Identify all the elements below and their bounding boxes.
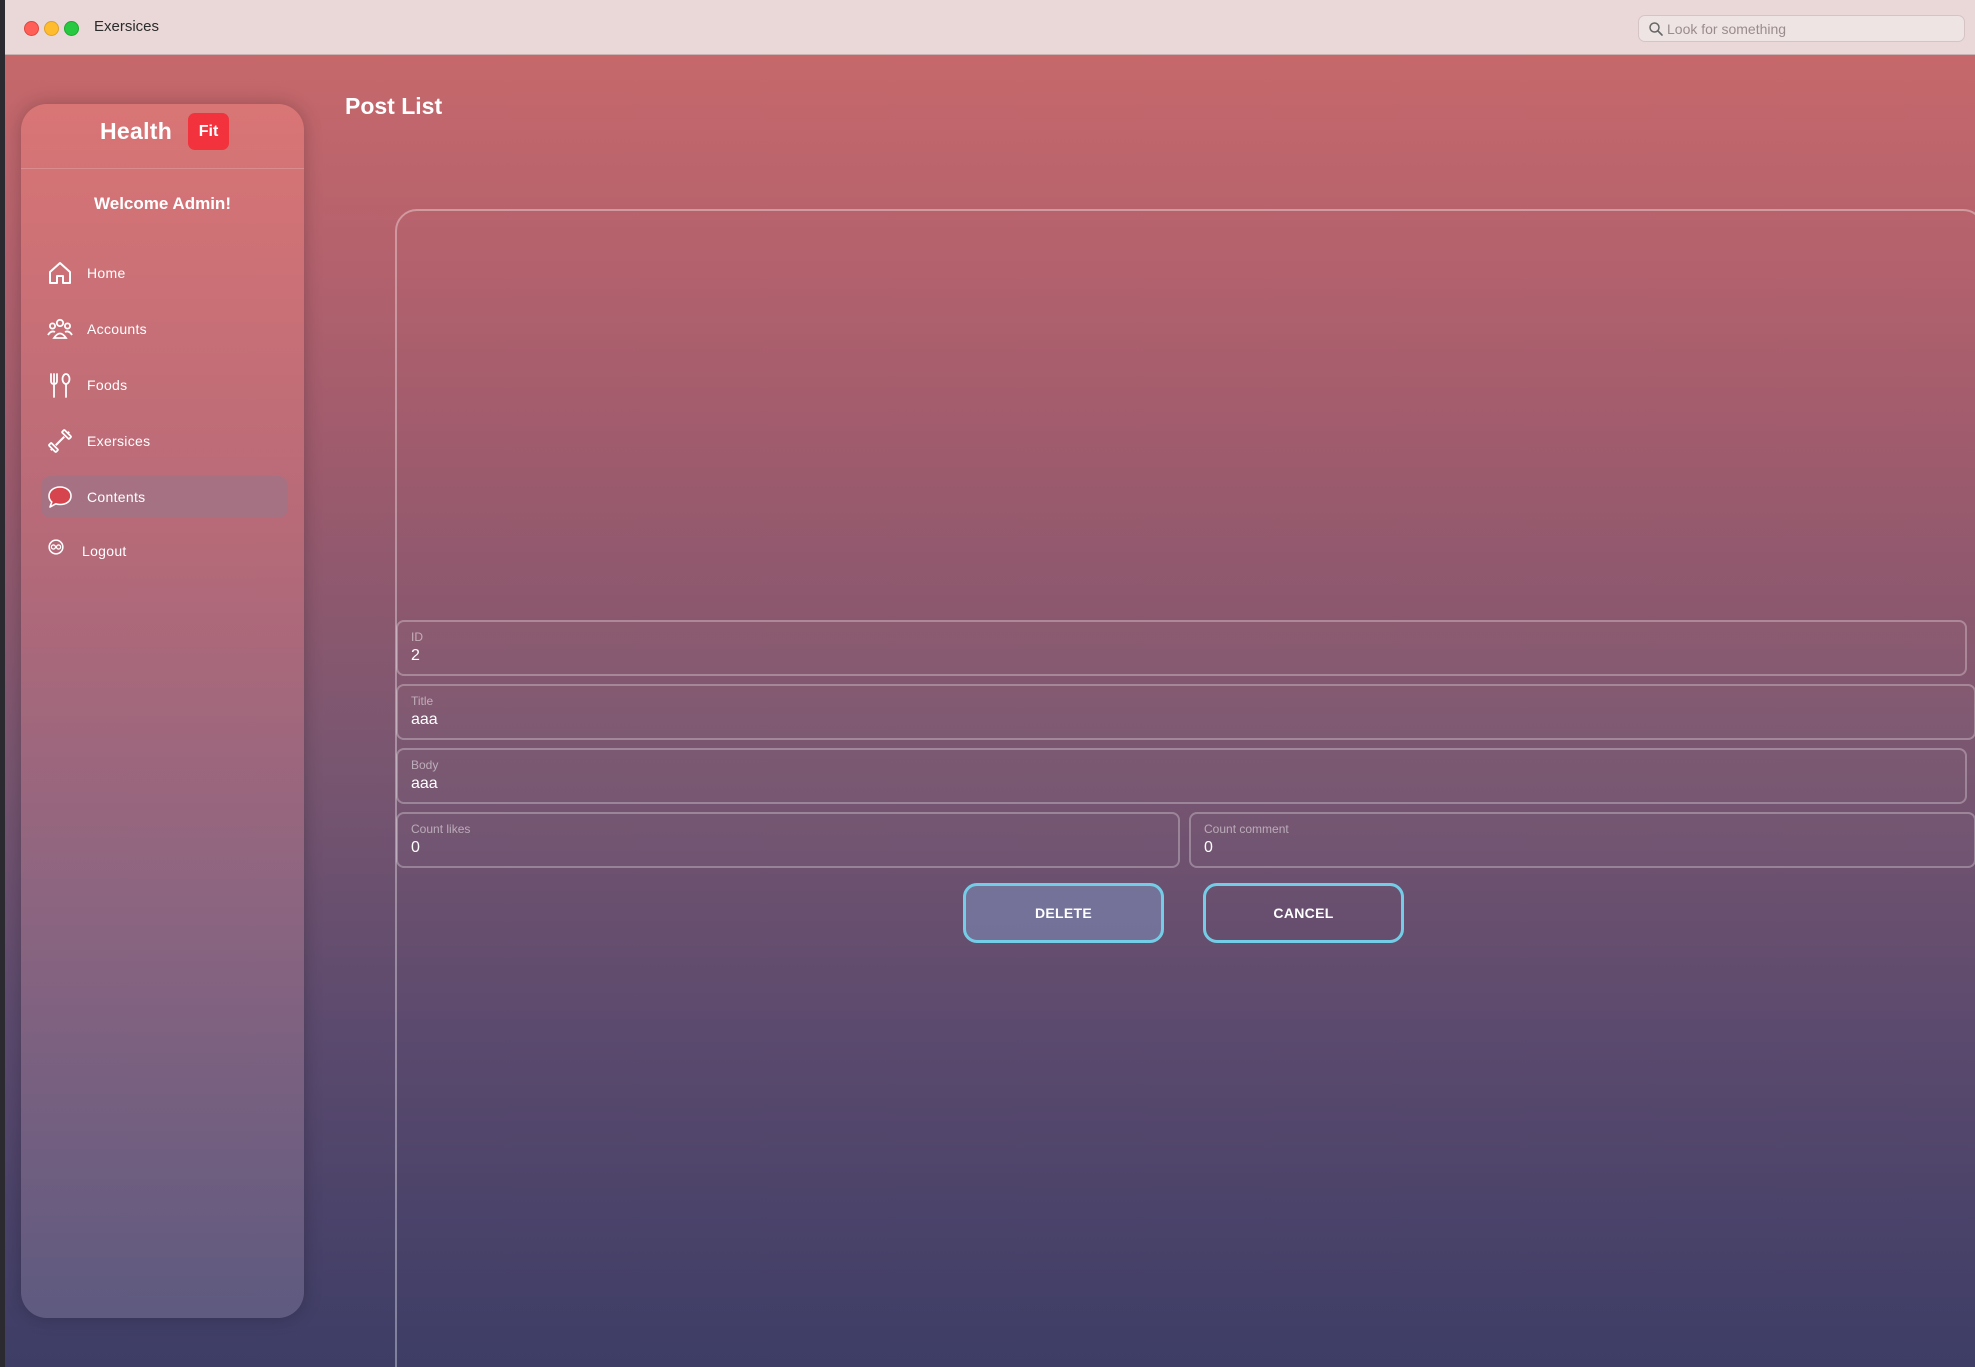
body-field[interactable]: Body aaa bbox=[396, 748, 1967, 804]
sidebar-item-accounts[interactable]: Accounts bbox=[41, 308, 288, 350]
welcome-message: Welcome Admin! bbox=[94, 194, 231, 213]
delete-button[interactable]: DELETE bbox=[963, 883, 1164, 943]
home-icon bbox=[49, 262, 71, 284]
field-label: Title bbox=[411, 694, 434, 708]
sidebar-item-logout[interactable]: Logout bbox=[41, 530, 288, 572]
field-value: aaa bbox=[411, 775, 438, 792]
sidebar-item-foods[interactable]: Foods bbox=[41, 364, 288, 406]
field-label: Count comment bbox=[1204, 822, 1289, 836]
dumbbell-icon bbox=[48, 429, 72, 453]
chat-bubble-icon bbox=[48, 486, 72, 508]
id-field[interactable]: ID 2 bbox=[396, 620, 1967, 676]
count-comment-field[interactable]: Count comment 0 bbox=[1189, 812, 1975, 868]
field-label: Body bbox=[411, 758, 439, 772]
search-input[interactable] bbox=[1667, 20, 1957, 38]
close-window-button[interactable] bbox=[24, 21, 39, 36]
sidebar-item-label: Home bbox=[87, 265, 126, 281]
sidebar-item-label: Foods bbox=[87, 377, 128, 393]
sidebar: Health Fit Welcome Admin! Home Accounts bbox=[21, 104, 304, 1318]
sidebar-item-label: Logout bbox=[82, 543, 127, 559]
count-likes-field[interactable]: Count likes 0 bbox=[396, 812, 1180, 868]
title-bar: Exersices bbox=[5, 0, 1975, 55]
zoom-window-button[interactable] bbox=[64, 21, 79, 36]
accounts-icon bbox=[47, 318, 73, 339]
sidebar-item-label: Contents bbox=[87, 489, 146, 505]
search-box[interactable] bbox=[1638, 15, 1965, 42]
logout-icon bbox=[48, 539, 64, 555]
window-title: Exersices bbox=[94, 18, 160, 35]
sidebar-item-exersices[interactable]: Exersices bbox=[41, 420, 288, 462]
field-value: 0 bbox=[1204, 839, 1213, 856]
brand-logo: Health Fit bbox=[21, 104, 304, 169]
field-label: Count likes bbox=[411, 822, 471, 836]
brand-name: Health bbox=[100, 118, 173, 144]
field-label: ID bbox=[411, 630, 423, 644]
page-title: Post List bbox=[345, 93, 443, 119]
sidebar-item-contents[interactable]: Contents bbox=[41, 476, 288, 518]
minimize-window-button[interactable] bbox=[44, 21, 59, 36]
field-value: 0 bbox=[411, 839, 420, 856]
sidebar-item-label: Accounts bbox=[87, 321, 147, 337]
field-value: 2 bbox=[411, 647, 420, 664]
sidebar-item-home[interactable]: Home bbox=[41, 252, 288, 294]
app-window: Exersices Health Fit Welcome Admin! Home bbox=[5, 0, 1975, 1367]
field-value: aaa bbox=[411, 711, 438, 728]
brand-badge: Fit bbox=[188, 113, 229, 150]
cancel-button[interactable]: CANCEL bbox=[1203, 883, 1404, 943]
search-icon bbox=[1649, 22, 1663, 36]
sidebar-item-label: Exersices bbox=[87, 433, 151, 449]
fork-knife-icon bbox=[50, 373, 71, 398]
title-field[interactable]: Title aaa bbox=[396, 684, 1975, 740]
